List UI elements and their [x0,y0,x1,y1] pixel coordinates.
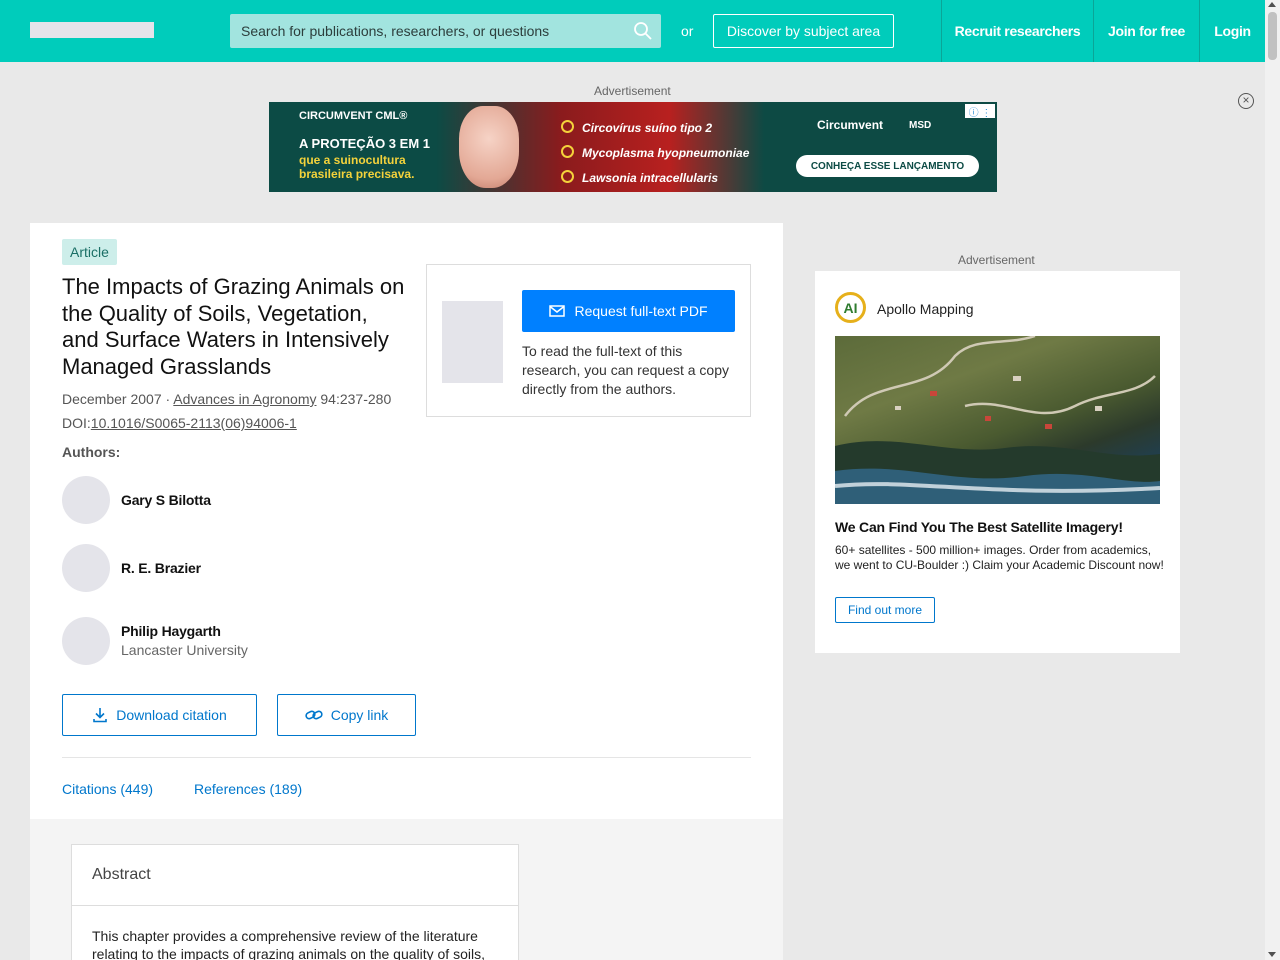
download-citation-label: Download citation [116,707,227,723]
banner-brand-logo: Circumvent [817,118,884,132]
publication-meta: December 2007 · Advances in Agronomy 94:… [62,391,391,407]
article-type-badge: Article [62,239,117,265]
search-box [230,14,661,48]
banner-bullet: Mycoplasma hyopneumoniae [561,141,749,166]
apollo-mapping-logo-icon: AI [835,292,866,323]
or-text: or [681,23,694,39]
banner-bullet: Circovírus suíno tipo 2 [561,116,749,141]
ad-description: 60+ satellites - 500 million+ images. Or… [835,543,1164,572]
page-scrollbar[interactable] [1265,0,1280,960]
doi-link[interactable]: 10.1016/S0065-2113(06)94006-1 [91,415,297,431]
author-name[interactable]: Gary S Bilotta [121,492,211,508]
top-navigation-bar: or Discover by subject area Recruit rese… [0,0,1265,62]
section-divider [62,757,751,758]
download-icon [93,708,108,723]
site-logo[interactable] [30,22,154,38]
copy-link-button[interactable]: Copy link [277,694,416,736]
advertisement-label: Advertisement [594,84,671,98]
ad-headline: We Can Find You The Best Satellite Image… [835,519,1123,535]
doi-line: DOI:10.1016/S0065-2113(06)94006-1 [62,415,297,431]
recruit-researchers-link[interactable]: Recruit researchers [941,0,1093,62]
tab-citations[interactable]: Citations (449) [62,781,153,797]
advertisement-label: Advertisement [958,253,1035,267]
banner-cta-button[interactable]: CONHEÇA ESSE LANÇAMENTO [796,155,979,177]
meta-separator: · [161,391,174,407]
author-avatar[interactable] [62,476,110,524]
copy-link-label: Copy link [330,707,389,723]
login-link[interactable]: Login [1199,0,1265,62]
join-for-free-link[interactable]: Join for free [1093,0,1199,62]
doi-prefix: DOI: [62,415,91,431]
request-fulltext-button[interactable]: Request full-text PDF [522,290,735,332]
banner-subline: que a suinocultura brasileira precisava. [299,153,415,181]
banner-headline: A PROTEÇÃO 3 EM 1 [299,136,430,151]
page-range: 94:237-280 [316,391,392,407]
find-out-more-button[interactable]: Find out more [835,597,935,623]
scroll-down-arrow-icon[interactable] [1268,952,1276,957]
author-avatar[interactable] [62,617,110,665]
banner-brand-small: CIRCUMVENT CML® [299,110,408,122]
request-fulltext-description: To read the full-text of this research, … [522,343,730,397]
download-citation-button[interactable]: Download citation [62,694,257,736]
author-name[interactable]: Philip Haygarth [121,623,221,639]
banner-bullets: Circovírus suíno tipo 2 Mycoplasma hyopn… [561,116,749,191]
document-thumbnail [442,301,503,383]
ad-brand-name: Apollo Mapping [877,301,974,317]
scroll-up-arrow-icon[interactable] [1268,2,1276,7]
authors-label: Authors: [62,444,121,460]
close-ad-icon[interactable]: × [1238,93,1254,109]
scroll-thumb[interactable] [1268,12,1277,60]
author-name[interactable]: R. E. Brazier [121,560,201,576]
link-icon [305,710,323,720]
tab-references[interactable]: References (189) [194,781,302,797]
discover-by-subject-button[interactable]: Discover by subject area [713,14,894,48]
abstract-text: This chapter provides a comprehensive re… [92,928,485,960]
author-affiliation: Lancaster University [121,642,248,658]
request-fulltext-label: Request full-text PDF [574,303,708,319]
mail-icon [549,305,566,317]
abstract-title: Abstract [92,866,151,883]
publication-date: December 2007 [62,391,162,407]
pig-image [459,106,519,188]
search-icon[interactable] [633,21,653,41]
banner-msd-logo: MSD [909,120,932,131]
abstract-divider [72,905,518,906]
article-title: The Impacts of Grazing Animals on the Qu… [62,274,405,379]
banner-bullet: Lawsonia intracellularis [561,166,749,191]
banner-ad[interactable]: CIRCUMVENT CML® A PROTEÇÃO 3 EM 1 que a … [269,102,997,192]
author-avatar[interactable] [62,544,110,592]
search-input[interactable] [230,14,630,48]
abstract-card: Abstract This chapter provides a compreh… [71,844,519,960]
sidebar-ad[interactable]: AI Apollo Mapping We Can Find You The Be… [815,271,1180,653]
journal-link[interactable]: Advances in Agronomy [173,391,316,407]
satellite-scene [835,336,1160,504]
adchoices-icon[interactable]: ⓘ ⋮ [965,104,995,119]
satellite-image[interactable] [835,336,1160,504]
